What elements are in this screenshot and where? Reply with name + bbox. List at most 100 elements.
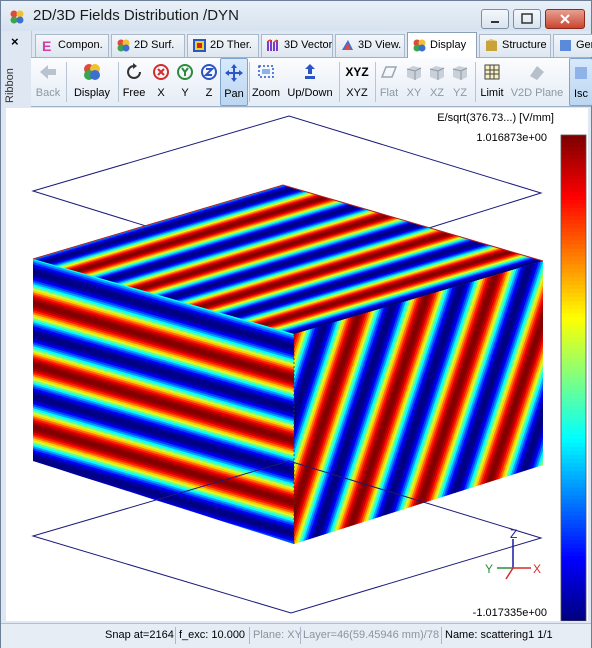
- toolbar-separator: [66, 62, 67, 102]
- colorbar-step: [561, 228, 586, 233]
- colorbar-step: [561, 499, 586, 505]
- tab-3d-vector[interactable]: 3D Vector: [261, 34, 333, 57]
- colorbar-step: [561, 560, 586, 565]
- general-icon: [560, 40, 571, 51]
- toolbar-separator: [339, 62, 340, 102]
- colorbar-step: [561, 309, 586, 314]
- tab-3d-view[interactable]: 3D View.: [335, 34, 405, 57]
- tab-2d-thermal[interactable]: 2D Ther.: [187, 34, 259, 57]
- colorbar-step: [561, 337, 586, 343]
- yz-view-button[interactable]: YZ: [448, 58, 472, 104]
- colorbar-step: [561, 288, 586, 294]
- display-button[interactable]: Display: [69, 58, 115, 104]
- colorbar-step: [561, 596, 586, 602]
- rotate-x-button[interactable]: X: [149, 58, 173, 104]
- display-icon: [84, 64, 100, 80]
- tab-structure[interactable]: Structure: [479, 34, 551, 57]
- colorbar-step: [561, 390, 586, 395]
- colorbar-step: [561, 398, 586, 403]
- back-button[interactable]: Back: [33, 58, 63, 104]
- v2d-plane-button[interactable]: V2D Plane: [510, 58, 564, 104]
- colorbar-step: [561, 434, 586, 440]
- axis-z-label: Z: [510, 527, 517, 541]
- colorbar-step: [561, 552, 586, 557]
- colorbar-step: [561, 463, 586, 468]
- xz-view-button[interactable]: XZ: [425, 58, 449, 104]
- colorbar-step: [561, 406, 586, 411]
- colorbar-step: [561, 378, 586, 383]
- rotate-z-icon: [201, 64, 217, 80]
- colorbar-step: [561, 353, 586, 359]
- ribbon-label[interactable]: Ribbon: [4, 68, 16, 103]
- colorbar-step: [561, 402, 586, 407]
- colorbar-step: [561, 600, 586, 606]
- maximize-button[interactable]: [513, 9, 541, 29]
- up-down-button[interactable]: Up/Down: [285, 58, 335, 104]
- minimize-icon: [491, 21, 499, 23]
- colorbar-step: [561, 167, 586, 172]
- colorbar-step: [561, 264, 586, 270]
- field-viewport[interactable]: Z X Y E/sqrt(376.73...) [V/mm] 1.016873e…: [6, 108, 588, 622]
- colorbar-step: [561, 365, 586, 371]
- xy-view-button[interactable]: XY: [402, 58, 426, 104]
- colorbar-step: [561, 373, 586, 379]
- ribbon-close-icon[interactable]: ×: [11, 34, 19, 49]
- colorbar-step: [561, 572, 586, 577]
- ribbon-sidebar: × Ribbon: [1, 31, 32, 107]
- tab-bar: E Compon. 2D Surf. 2D Ther. 3D Vector 3D…: [31, 31, 592, 58]
- component-icon: E: [42, 38, 51, 53]
- grid-limit-icon: [484, 64, 500, 80]
- field-stripe: [6, 241, 20, 561]
- pan-icon: [225, 64, 243, 82]
- colorbar-step: [561, 155, 586, 160]
- colorbar-step: [561, 584, 586, 590]
- colorbar-step: [561, 612, 586, 618]
- colorbar-step: [561, 143, 586, 148]
- colorbar-step: [561, 430, 586, 436]
- close-button[interactable]: [545, 9, 585, 29]
- colorbar-min: -1.017335e+00: [473, 607, 547, 619]
- colorbar-step: [561, 207, 586, 213]
- colorbar-step: [561, 564, 586, 569]
- tab-2d-surface[interactable]: 2D Surf.: [111, 34, 185, 57]
- colorbar-step: [561, 280, 586, 286]
- pan-button[interactable]: Pan: [220, 58, 248, 106]
- free-rotate-button[interactable]: Free: [121, 58, 147, 104]
- field-stripe: [6, 241, 24, 561]
- colorbar-step: [561, 386, 586, 391]
- colorbar-step: [561, 515, 586, 521]
- status-snap: Snap at=2164: [105, 629, 174, 641]
- status-layer: Layer=46(59.45946 mm)/78: [303, 629, 440, 641]
- tab-general[interactable]: Gen: [553, 34, 592, 57]
- status-plane: Plane: XY: [253, 629, 302, 641]
- colorbar-step: [561, 349, 586, 355]
- colorbar-step: [561, 211, 586, 217]
- colorbar-step: [561, 414, 586, 419]
- colorbar-step: [561, 276, 586, 282]
- tab-components[interactable]: E Compon.: [35, 34, 109, 57]
- status-bar: Snap at=2164 f_exc: 10.000 Plane: XY Lay…: [1, 623, 591, 648]
- flat-view-button[interactable]: Flat: [377, 58, 401, 104]
- toolbar-separator: [475, 62, 476, 102]
- tab-display[interactable]: Display: [407, 32, 477, 58]
- colorbar-step: [561, 240, 586, 245]
- colorbar-step: [561, 588, 586, 594]
- colorbar-step: [561, 503, 586, 509]
- rotate-y-button[interactable]: Y: [173, 58, 197, 104]
- zoom-box-icon: [258, 65, 274, 78]
- colorbar-step: [561, 171, 586, 176]
- xyz-button[interactable]: XYZ XYZ: [342, 58, 372, 104]
- zoom-button[interactable]: Zoom: [251, 58, 281, 104]
- colorbar-step: [561, 191, 586, 197]
- colorbar-step: [561, 179, 586, 185]
- field-plot[interactable]: Z X Y E/sqrt(376.73...) [V/mm] 1.016873e…: [6, 108, 588, 622]
- status-separator: [249, 627, 250, 644]
- title-bar[interactable]: 2D/3D Fields Distribution /DYN: [1, 1, 591, 31]
- iso-button[interactable]: Isc: [569, 58, 592, 106]
- colorbar-step: [561, 317, 586, 322]
- minimize-button[interactable]: [481, 9, 509, 29]
- colorbar-step: [561, 369, 586, 375]
- limit-button[interactable]: Limit: [478, 58, 506, 104]
- svg-text:E: E: [42, 38, 51, 53]
- rotate-z-button[interactable]: Z: [197, 58, 221, 104]
